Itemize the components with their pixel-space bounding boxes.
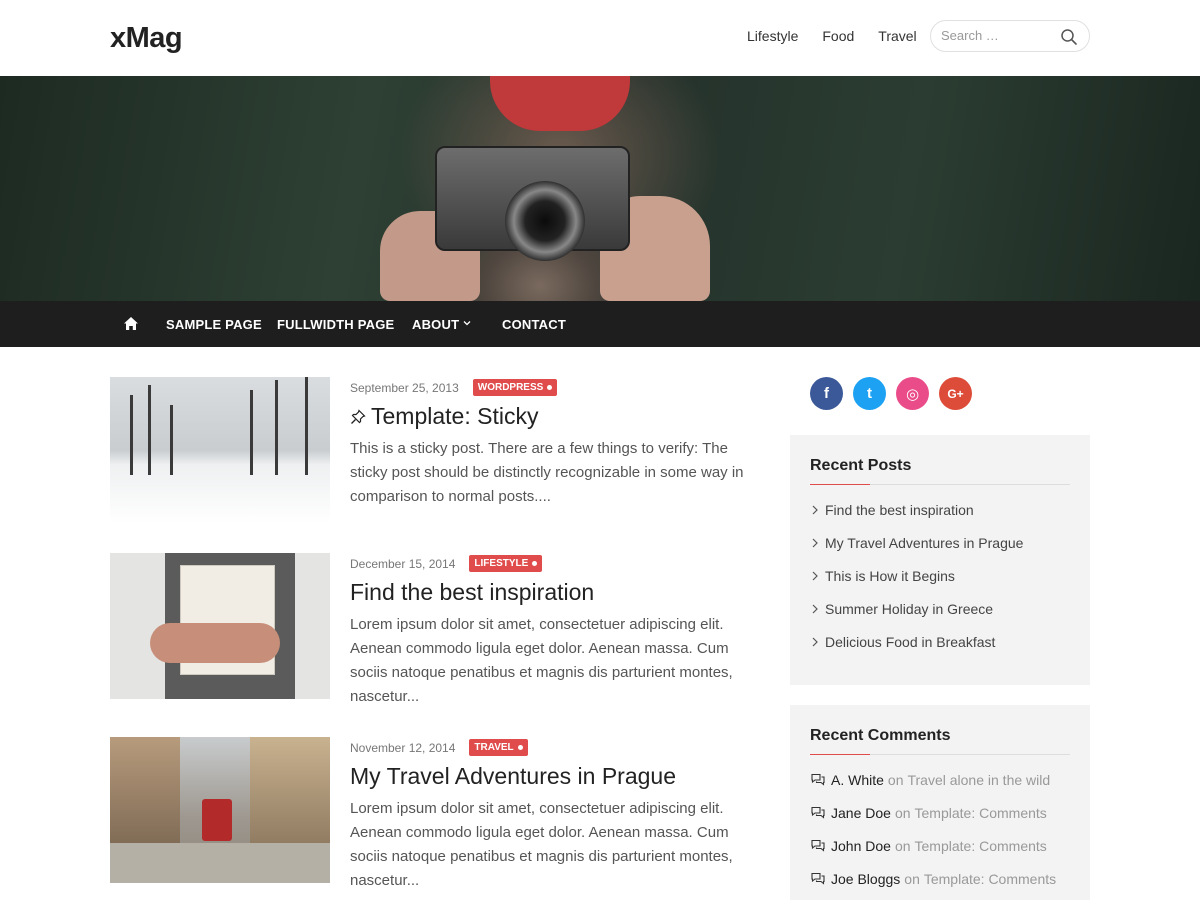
recent-post-title: Find the best inspiration bbox=[825, 502, 974, 518]
site-logo[interactable]: xMag bbox=[110, 22, 183, 55]
recent-post-title: My Travel Adventures in Prague bbox=[825, 535, 1024, 551]
city-street-tram-image bbox=[110, 737, 330, 883]
top-navigation: Lifestyle Food Travel bbox=[747, 28, 917, 44]
top-nav-lifestyle[interactable]: Lifestyle bbox=[747, 28, 798, 44]
snowy-forest-image bbox=[110, 377, 330, 523]
post-thumbnail[interactable] bbox=[110, 737, 330, 883]
recent-comment: Joe Bloggs on Template: Comments bbox=[810, 871, 1070, 904]
chevron-down-icon bbox=[463, 321, 471, 326]
category-badge[interactable]: TRAVEL bbox=[469, 739, 528, 756]
comment-post-link[interactable]: Template: Comments bbox=[924, 871, 1056, 887]
widget-title: Recent Posts bbox=[810, 457, 1070, 485]
dot-icon bbox=[532, 561, 538, 566]
post-date[interactable]: December 15, 2014 bbox=[350, 557, 455, 571]
tattooed-arms-book-image bbox=[110, 553, 330, 699]
social-links: f t ◎ G+ bbox=[810, 377, 972, 410]
post-title[interactable]: My Travel Adventures in Prague bbox=[350, 763, 676, 790]
comment-on-text: on bbox=[894, 805, 911, 821]
dot-icon bbox=[517, 745, 523, 750]
chevron-right-icon bbox=[812, 604, 818, 614]
top-nav-travel[interactable]: Travel bbox=[878, 28, 916, 44]
google-plus-icon[interactable]: G+ bbox=[939, 377, 972, 410]
recent-post-title: This is How it Begins bbox=[825, 568, 955, 584]
recent-post-link[interactable]: This is How it Begins bbox=[810, 568, 1070, 601]
site-header: xMag Lifestyle Food Travel bbox=[0, 0, 1200, 76]
recent-posts-widget: Recent Posts Find the best inspiration M… bbox=[790, 435, 1090, 685]
comment-author[interactable]: John Doe bbox=[831, 838, 891, 854]
widget-title: Recent Comments bbox=[810, 727, 1070, 755]
category-badge[interactable]: WORDPRESS bbox=[472, 379, 558, 396]
comment-on-text: on bbox=[894, 838, 911, 854]
recent-comment: Jane Doe on Template: Comments bbox=[810, 805, 1070, 838]
comment-post-link[interactable]: Template: Comments bbox=[915, 805, 1047, 821]
post-date[interactable]: September 25, 2013 bbox=[350, 381, 459, 395]
nav-contact[interactable]: CONTACT bbox=[502, 317, 566, 332]
recent-post-title: Summer Holiday in Greece bbox=[825, 601, 994, 617]
recent-post-link[interactable]: My Travel Adventures in Prague bbox=[810, 535, 1070, 568]
search-input[interactable] bbox=[941, 28, 1056, 43]
category-badge[interactable]: LIFESTYLE bbox=[469, 555, 543, 572]
chevron-right-icon bbox=[812, 505, 818, 515]
comment-on-text: on bbox=[887, 772, 904, 788]
recent-comment: John Doe on Template: Comments bbox=[810, 838, 1070, 871]
post-title-text: Template: Sticky bbox=[371, 403, 539, 429]
post-excerpt: Lorem ipsum dolor sit amet, consectetuer… bbox=[350, 616, 733, 705]
search-icon[interactable] bbox=[1060, 28, 1078, 46]
facebook-icon[interactable]: f bbox=[810, 377, 843, 410]
comment-icon bbox=[811, 806, 825, 819]
post-excerpt: Lorem ipsum dolor sit amet, consectetuer… bbox=[350, 800, 733, 889]
category-label: WORDPRESS bbox=[477, 382, 544, 393]
chevron-right-icon bbox=[812, 637, 818, 647]
post-item: September 25, 2013 WORDPRESS Template: S… bbox=[110, 377, 750, 523]
nav-sample-page[interactable]: SAMPLE PAGE bbox=[166, 317, 262, 332]
nav-about-label: ABOUT bbox=[412, 317, 460, 332]
post-item: November 12, 2014 TRAVEL My Travel Adven… bbox=[110, 737, 750, 889]
post-excerpt: This is a sticky post. There are a few t… bbox=[350, 440, 744, 505]
recent-post-title: Delicious Food in Breakfast bbox=[825, 634, 996, 650]
chevron-right-icon bbox=[812, 571, 818, 581]
nav-about[interactable]: ABOUT bbox=[412, 317, 471, 332]
post-meta: December 15, 2014 LIFESTYLE bbox=[350, 555, 543, 572]
twitter-icon[interactable]: t bbox=[853, 377, 886, 410]
dot-icon bbox=[547, 385, 553, 390]
recent-post-link[interactable]: Delicious Food in Breakfast bbox=[810, 634, 1070, 667]
dribbble-icon[interactable]: ◎ bbox=[896, 377, 929, 410]
comment-icon bbox=[811, 872, 825, 885]
post-meta: November 12, 2014 TRAVEL bbox=[350, 739, 528, 756]
post-date[interactable]: November 12, 2014 bbox=[350, 741, 455, 755]
home-icon[interactable] bbox=[123, 316, 139, 332]
pin-icon bbox=[351, 409, 366, 424]
recent-post-link[interactable]: Summer Holiday in Greece bbox=[810, 601, 1070, 634]
nav-fullwidth-page[interactable]: FULLWIDTH PAGE bbox=[277, 317, 394, 332]
comment-post-link[interactable]: Travel alone in the wild bbox=[907, 772, 1050, 788]
post-title[interactable]: Template: Sticky bbox=[350, 403, 538, 430]
recent-comments-list: A. White on Travel alone in the wild Jane … bbox=[810, 772, 1070, 904]
recent-comments-widget: Recent Comments A. White on Travel alone i… bbox=[790, 705, 1090, 900]
post-title[interactable]: Find the best inspiration bbox=[350, 579, 594, 606]
comment-author[interactable]: Joe Bloggs bbox=[831, 871, 900, 887]
recent-comment: A. White on Travel alone in the wild bbox=[810, 772, 1070, 805]
post-thumbnail[interactable] bbox=[110, 377, 330, 523]
hero-image bbox=[0, 76, 1200, 301]
comment-post-link[interactable]: Template: Comments bbox=[915, 838, 1047, 854]
category-label: TRAVEL bbox=[474, 742, 514, 753]
hero-camera-lens bbox=[505, 181, 585, 261]
category-label: LIFESTYLE bbox=[474, 558, 529, 569]
comment-author[interactable]: Jane Doe bbox=[831, 805, 891, 821]
recent-post-link[interactable]: Find the best inspiration bbox=[810, 502, 1070, 535]
search-box bbox=[930, 20, 1090, 52]
comment-on-text: on bbox=[904, 871, 920, 887]
recent-posts-list: Find the best inspiration My Travel Adve… bbox=[810, 502, 1070, 667]
comment-icon bbox=[811, 839, 825, 852]
chevron-right-icon bbox=[812, 538, 818, 548]
hero-red-hat bbox=[490, 76, 630, 131]
comment-icon bbox=[811, 773, 825, 786]
main-navigation: SAMPLE PAGE FULLWIDTH PAGE ABOUT CONTACT bbox=[0, 301, 1200, 347]
post-item: December 15, 2014 LIFESTYLE Find the bes… bbox=[110, 553, 750, 705]
post-meta: September 25, 2013 WORDPRESS bbox=[350, 379, 558, 396]
top-nav-food[interactable]: Food bbox=[822, 28, 854, 44]
comment-author[interactable]: A. White bbox=[831, 772, 884, 788]
post-thumbnail[interactable] bbox=[110, 553, 330, 699]
